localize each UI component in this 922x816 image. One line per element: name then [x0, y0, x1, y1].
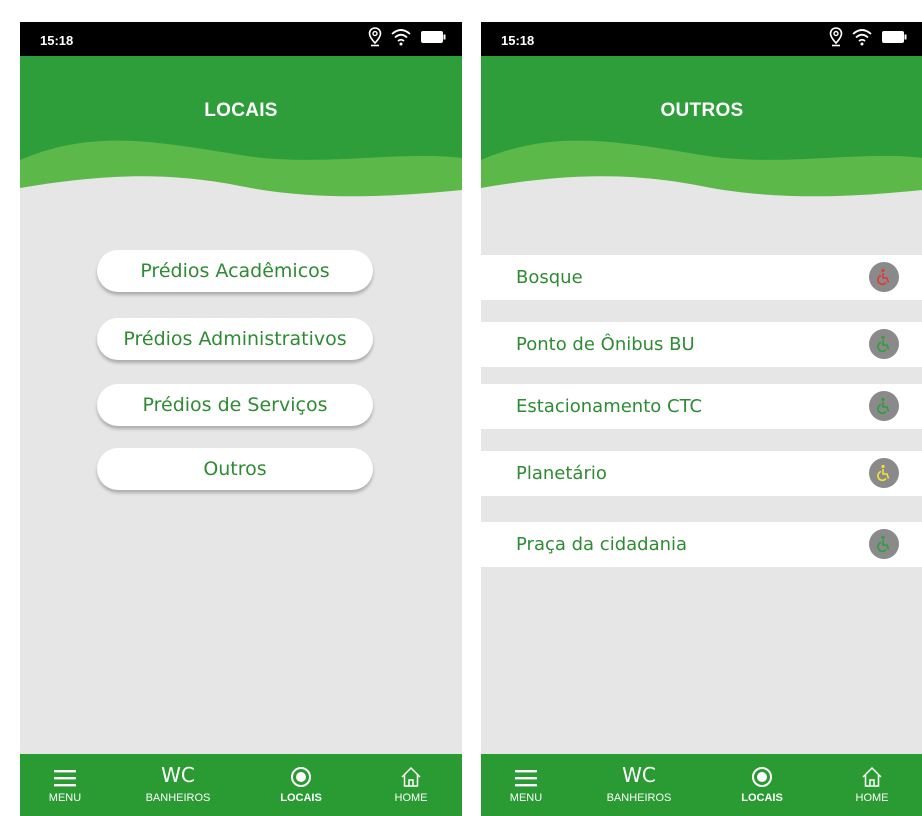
tab-banheiros-label: BANHEIROS — [145, 792, 211, 804]
list-item-bosque[interactable]: Bosque — [481, 255, 922, 300]
tab-home-label: HOME — [855, 792, 889, 804]
tab-locais-label: LOCAIS — [741, 792, 783, 804]
tab-banheiros-label: BANHEIROS — [606, 792, 672, 804]
list-item-praca-cidadania[interactable]: Praça da cidadania — [481, 522, 922, 567]
tab-menu-label: MENU — [509, 792, 543, 804]
tab-home[interactable]: HOME — [366, 754, 456, 816]
header: OUTROS — [481, 56, 922, 210]
page-title: LOCAIS — [204, 100, 278, 121]
header: LOCAIS — [20, 56, 462, 210]
wheelchair-icon — [869, 262, 899, 292]
target-icon — [290, 758, 312, 788]
wc-icon: WC — [161, 763, 195, 787]
tab-menu[interactable]: MENU — [481, 754, 571, 816]
hamburger-icon — [53, 758, 77, 788]
status-time: 15:18 — [40, 33, 74, 48]
header-wave — [20, 140, 462, 210]
wc-icon: WC — [622, 763, 656, 787]
wheelchair-icon — [869, 391, 899, 421]
tab-banheiros[interactable]: WC BANHEIROS — [594, 754, 684, 816]
list-item-planetario[interactable]: Planetário — [481, 451, 922, 496]
locais-screen: 15:18 LOCAIS Prédios Acadêmicos Prédios … — [20, 22, 462, 816]
predios-administrativos-button[interactable]: Prédios Administrativos — [97, 318, 373, 360]
bottom-tab-bar: MENU WC BANHEIROS LOCAIS HOME — [481, 754, 922, 816]
tab-locais[interactable]: LOCAIS — [256, 754, 346, 816]
tab-menu-label: MENU — [48, 792, 82, 804]
home-icon — [400, 758, 422, 788]
hamburger-icon — [514, 758, 538, 788]
list-item-label: Estacionamento CTC — [516, 396, 703, 417]
list-item-ponto-onibus-bu[interactable]: Ponto de Ônibus BU — [481, 322, 922, 367]
location-pin-icon — [829, 27, 843, 52]
tab-home[interactable]: HOME — [827, 754, 917, 816]
tab-locais[interactable]: LOCAIS — [717, 754, 807, 816]
wheelchair-icon — [869, 329, 899, 359]
header-wave — [481, 140, 922, 210]
predios-academicos-button[interactable]: Prédios Acadêmicos — [97, 250, 373, 292]
tab-locais-label: LOCAIS — [280, 792, 322, 804]
outros-screen: 15:18 OUTROS Bosque Ponto de Ônibus BU E… — [481, 22, 922, 816]
predios-de-servicos-button[interactable]: Prédios de Serviços — [97, 384, 373, 426]
battery-icon — [881, 30, 907, 49]
wifi-icon — [851, 28, 873, 51]
wifi-icon — [390, 28, 412, 51]
tab-menu[interactable]: MENU — [20, 754, 110, 816]
list-item-label: Bosque — [516, 267, 583, 288]
wheelchair-icon — [869, 529, 899, 559]
battery-icon — [420, 30, 446, 49]
tab-home-label: HOME — [394, 792, 428, 804]
status-bar: 15:18 — [481, 22, 922, 56]
list-item-label: Ponto de Ônibus BU — [516, 334, 695, 355]
tab-banheiros[interactable]: WC BANHEIROS — [133, 754, 223, 816]
home-icon — [861, 758, 883, 788]
status-bar: 15:18 — [20, 22, 462, 56]
location-pin-icon — [368, 27, 382, 52]
status-time: 15:18 — [501, 33, 535, 48]
target-icon — [751, 758, 773, 788]
bottom-tab-bar: MENU WC BANHEIROS LOCAIS HOME — [20, 754, 462, 816]
list-item-label: Praça da cidadania — [516, 534, 688, 555]
list-item-estacionamento-ctc[interactable]: Estacionamento CTC — [481, 384, 922, 429]
outros-button[interactable]: Outros — [97, 448, 373, 490]
list-item-label: Planetário — [516, 463, 607, 484]
wheelchair-icon — [869, 458, 899, 488]
page-title: OUTROS — [660, 100, 744, 121]
